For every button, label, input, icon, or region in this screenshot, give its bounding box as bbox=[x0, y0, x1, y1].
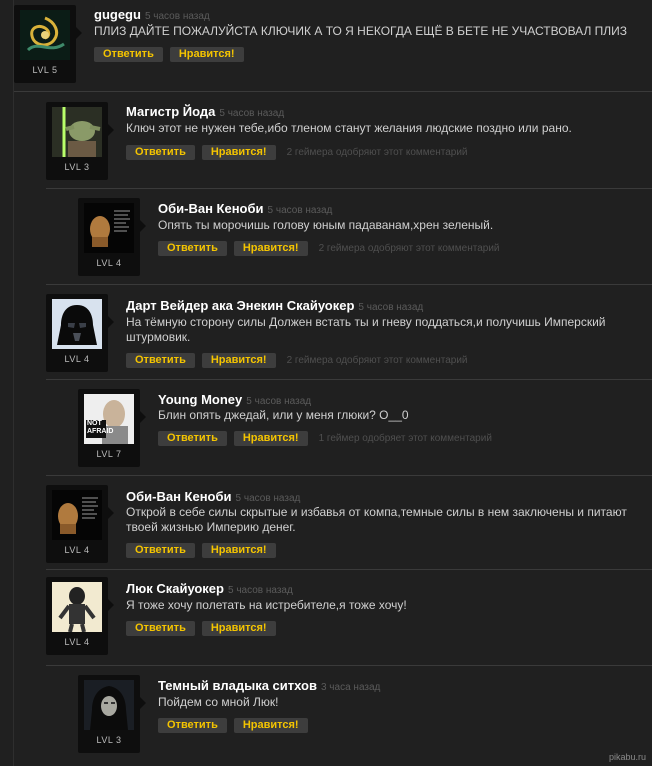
author-name[interactable]: gugegu bbox=[94, 7, 141, 22]
like-button[interactable]: Нравится! bbox=[233, 718, 308, 733]
like-button[interactable]: Нравится! bbox=[201, 353, 276, 368]
level-label: LVL 5 bbox=[32, 65, 58, 75]
timestamp: 5 часов назад bbox=[219, 108, 285, 119]
comment-text: Пойдем со мной Люк! bbox=[158, 695, 279, 709]
divider bbox=[46, 379, 652, 380]
reply-button[interactable]: Ответить bbox=[158, 718, 227, 733]
like-button[interactable]: Нравится! bbox=[201, 543, 276, 558]
reply-button[interactable]: Ответить bbox=[126, 621, 195, 636]
reply-button[interactable]: Ответить bbox=[126, 353, 195, 368]
comment-text: Открой в себе силы скрытые и избавья от … bbox=[126, 505, 627, 534]
avatar[interactable] bbox=[52, 299, 102, 349]
comment-text: ПЛИЗ ДАЙТЕ ПОЖАЛУЙСТА КЛЮЧИК А ТО Я НЕКО… bbox=[94, 24, 628, 38]
author-name[interactable]: Оби-Ван Кеноби bbox=[126, 489, 232, 504]
avatar-caption: NOT AFRAID bbox=[87, 420, 114, 435]
avatar-card: LVL 4 bbox=[46, 294, 114, 372]
author-name[interactable]: Магистр Йода bbox=[126, 104, 215, 119]
comment-text: На тёмную сторону силы Должен встать ты … bbox=[126, 315, 606, 344]
author-name[interactable]: Дарт Вейдер ака Энекин Скайуокер bbox=[126, 298, 354, 313]
level-label: LVL 7 bbox=[96, 449, 122, 459]
reply-button[interactable]: Ответить bbox=[126, 145, 195, 160]
comment-text: Опять ты морочишь голову юным падаванам,… bbox=[158, 218, 494, 232]
level-label: LVL 3 bbox=[96, 735, 122, 745]
timestamp: 5 часов назад bbox=[235, 493, 301, 504]
timestamp: 5 часов назад bbox=[267, 205, 333, 216]
comment-text: Ключ этот не нужен тебе,ибо тленом стану… bbox=[126, 121, 572, 135]
avatar-card: LVL 5 bbox=[14, 5, 82, 83]
like-button[interactable]: Нравится! bbox=[201, 621, 276, 636]
timestamp: 3 часа назад bbox=[320, 682, 381, 693]
divider bbox=[46, 188, 652, 189]
like-button[interactable]: Нравится! bbox=[169, 47, 244, 62]
timestamp: 5 часов назад bbox=[246, 396, 312, 407]
avatar-card: LVL 4 bbox=[46, 485, 114, 563]
level-label: LVL 4 bbox=[64, 354, 90, 364]
like-button[interactable]: Нравится! bbox=[201, 145, 276, 160]
divider bbox=[46, 284, 652, 285]
timestamp: 5 часов назад bbox=[358, 302, 424, 313]
watermark: pikabu.ru bbox=[608, 752, 646, 762]
approval-count: 1 геймер одобряет этот комментарий bbox=[318, 433, 492, 444]
avatar-card: LVL 4 bbox=[46, 577, 114, 655]
avatar[interactable]: NOT AFRAID bbox=[84, 394, 134, 444]
avatar-card: NOT AFRAID LVL 7 bbox=[78, 389, 146, 467]
divider bbox=[46, 569, 652, 570]
avatar[interactable] bbox=[84, 680, 134, 730]
divider bbox=[46, 665, 652, 666]
like-button[interactable]: Нравится! bbox=[233, 431, 308, 446]
avatar[interactable] bbox=[52, 582, 102, 632]
reply-button[interactable]: Ответить bbox=[158, 431, 227, 446]
author-name[interactable]: Темный владыка ситхов bbox=[158, 678, 317, 693]
approval-count: 2 геймера одобряют этот комментарий bbox=[318, 243, 500, 254]
timestamp: 5 часов назад bbox=[144, 11, 210, 22]
avatar[interactable] bbox=[52, 490, 102, 540]
avatar[interactable] bbox=[84, 203, 134, 253]
author-name[interactable]: Оби-Ван Кеноби bbox=[158, 201, 264, 216]
approval-count: 2 геймера одобряют этот комментарий bbox=[286, 147, 468, 158]
approval-count: 2 геймера одобряют этот комментарий bbox=[286, 355, 468, 366]
divider bbox=[46, 475, 652, 476]
avatar-card: LVL 3 bbox=[78, 675, 146, 753]
avatar[interactable] bbox=[20, 10, 70, 60]
level-label: LVL 4 bbox=[96, 258, 122, 268]
avatar[interactable] bbox=[52, 107, 102, 157]
level-label: LVL 3 bbox=[64, 162, 90, 172]
reply-button[interactable]: Ответить bbox=[126, 543, 195, 558]
author-name[interactable]: Люк Скайуокер bbox=[126, 581, 224, 596]
avatar-card: LVL 3 bbox=[46, 102, 114, 180]
comment-text: Я тоже хочу полетать на истребителе,я то… bbox=[126, 598, 407, 612]
avatar-card: LVL 4 bbox=[78, 198, 146, 276]
reply-button[interactable]: Ответить bbox=[158, 241, 227, 256]
comment-text: Блин опять джедай, или у меня глюки? О__… bbox=[158, 408, 409, 422]
author-name[interactable]: Young Money bbox=[158, 392, 242, 407]
divider bbox=[14, 91, 652, 92]
reply-button[interactable]: Ответить bbox=[94, 47, 163, 62]
thread-line bbox=[13, 0, 14, 766]
like-button[interactable]: Нравится! bbox=[233, 241, 308, 256]
level-label: LVL 4 bbox=[64, 637, 90, 647]
level-label: LVL 4 bbox=[64, 545, 90, 555]
timestamp: 5 часов назад bbox=[227, 585, 293, 596]
